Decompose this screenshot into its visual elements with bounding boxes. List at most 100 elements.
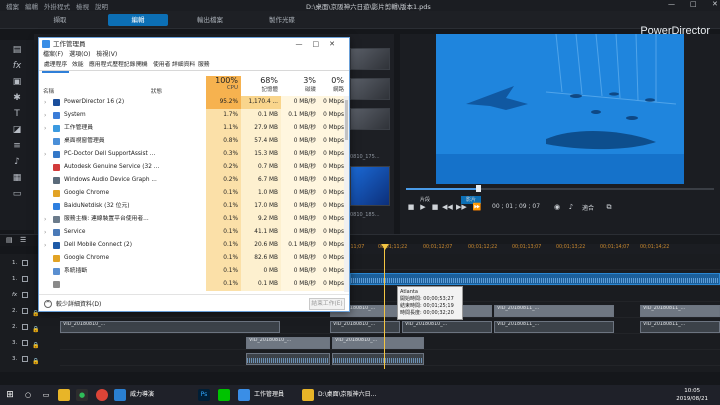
spotify-icon[interactable]: ●: [76, 389, 88, 401]
undock-icon[interactable]: ⧉: [604, 202, 614, 212]
playhead-handle[interactable]: [381, 244, 389, 250]
tab-produce[interactable]: 輸出檔案: [180, 14, 240, 26]
fewer-details-link[interactable]: 較少詳細資料(D): [56, 295, 101, 311]
expand-icon[interactable]: ›: [44, 239, 46, 252]
table-row[interactable]: Autodesk Genuine Service (32 ... 0.2% 0.7 …: [39, 161, 349, 174]
track-audio-3[interactable]: [60, 352, 720, 366]
lock-icon[interactable]: 🔒: [32, 339, 39, 353]
menu-view[interactable]: 檢視(V): [96, 51, 117, 58]
track-manager-icon[interactable]: ☰: [20, 236, 26, 244]
menu-view[interactable]: 檢視: [76, 1, 89, 11]
end-task-button[interactable]: 結束工作(E): [309, 298, 345, 310]
search-icon[interactable]: ○: [22, 389, 34, 401]
track-enable-checkbox[interactable]: [22, 356, 28, 362]
snapshot-icon[interactable]: ◉: [552, 202, 562, 212]
close-icon[interactable]: ✕: [712, 0, 718, 8]
chrome-icon[interactable]: [96, 389, 108, 401]
audio-clip[interactable]: VID_20180810_...: [60, 321, 280, 333]
table-row[interactable]: › System 1.7% 0.1 MB 0.1 MB/秒 0 Mbps: [39, 109, 349, 122]
tab-startup[interactable]: 開機: [134, 60, 150, 71]
table-row[interactable]: BaiduNetdisk (32 位元) 0.1% 17.0 MB 0 MB/秒 0 M…: [39, 200, 349, 213]
expand-icon[interactable]: ›: [44, 96, 46, 109]
preview-video[interactable]: [436, 34, 684, 184]
taskbar-app-task-manager[interactable]: 工作管理員: [254, 388, 284, 402]
subtitle-icon[interactable]: ▭: [11, 188, 23, 200]
media-thumb[interactable]: [350, 48, 390, 70]
next-frame-icon[interactable]: ▶▶: [456, 202, 467, 212]
table-row[interactable]: Google Chrome 0.1% 82.6 MB 0 MB/秒 0 Mbps: [39, 252, 349, 265]
video-clip[interactable]: VID_20180811_...: [494, 305, 614, 317]
timeline-playhead[interactable]: [384, 244, 385, 369]
table-row[interactable]: › 工作管理員 1.1% 27.9 MB 0 MB/秒 0 Mbps: [39, 122, 349, 135]
media-thumb[interactable]: [350, 166, 390, 206]
collapse-icon[interactable]: ^: [44, 300, 52, 308]
taskbar-app-explorer[interactable]: D:\桌面\京阪神六日...: [318, 388, 376, 402]
expand-icon[interactable]: ›: [44, 213, 46, 226]
audio-clip[interactable]: VID_20180810_...: [402, 321, 492, 333]
expand-icon[interactable]: ›: [44, 109, 46, 122]
menu-file[interactable]: 檔案: [6, 1, 19, 11]
table-row[interactable]: › 服務主機: 連線裝置平台使用者... 0.1% 9.2 MB 0 MB/秒 0 Mbp…: [39, 213, 349, 226]
media-thumb[interactable]: [350, 78, 390, 100]
table-row[interactable]: › Dell Mobile Connect (2) 0.1% 20.6 MB 0.1 M…: [39, 239, 349, 252]
track-video-3[interactable]: VID_20180810_... VID_20180810_...: [60, 336, 720, 350]
taskbar-clock[interactable]: 10:05 2019/08/21: [676, 387, 708, 403]
play-icon[interactable]: ▶: [418, 202, 428, 212]
task-manager-titlebar[interactable]: 工作管理員 —□✕: [39, 38, 349, 50]
tab-performance[interactable]: 效能: [70, 60, 86, 71]
video-clip[interactable]: VID_20180810_...: [246, 337, 330, 349]
photoshop-icon[interactable]: Ps: [198, 389, 210, 401]
lock-icon[interactable]: 🔒: [32, 355, 39, 369]
task-manager-window[interactable]: 工作管理員 —□✕ 檔案(F) 選項(O) 檢視(V) 處理程序 效能 應用程式…: [38, 37, 350, 312]
col-cpu[interactable]: 100% CPU: [206, 76, 241, 96]
timeline-view-icon[interactable]: ▤: [6, 236, 13, 244]
folder-icon[interactable]: [302, 389, 314, 401]
audio-mix-icon[interactable]: ≡: [11, 140, 23, 152]
tab-processes[interactable]: 處理程序: [42, 60, 70, 73]
track-enable-checkbox[interactable]: [22, 292, 28, 298]
prev-frame-icon[interactable]: ◀◀: [442, 202, 453, 212]
preview-scrubber[interactable]: [406, 184, 714, 194]
track-enable-checkbox[interactable]: [22, 308, 28, 314]
media-room-icon[interactable]: ▤: [11, 44, 23, 56]
expand-icon[interactable]: ›: [44, 122, 46, 135]
table-row[interactable]: 系統插斷 0.1% 0 MB 0 MB/秒 0 Mbps: [39, 265, 349, 278]
window-buttons[interactable]: —□✕: [296, 38, 345, 50]
zoom-select[interactable]: 適合: [582, 203, 594, 212]
particle-icon[interactable]: ✱: [11, 92, 23, 104]
pd-taskbar-icon[interactable]: [114, 389, 126, 401]
tab-services[interactable]: 服務: [196, 60, 212, 71]
track-enable-checkbox[interactable]: [22, 340, 28, 346]
video-clip[interactable]: VID_20180811_...: [640, 305, 720, 317]
stop-icon[interactable]: ■: [406, 202, 416, 212]
tab-details[interactable]: 詳細資料: [170, 60, 197, 71]
task-view-icon[interactable]: ▭: [40, 389, 52, 401]
volume-icon[interactable]: ♪: [566, 202, 576, 212]
menu-options[interactable]: 選項(O): [69, 51, 90, 58]
menu-plugins[interactable]: 外掛程式: [44, 1, 70, 11]
audio-clip[interactable]: [350, 273, 720, 285]
tab-app-history[interactable]: 應用程式歷程記錄: [87, 60, 137, 71]
menu-edit[interactable]: 編輯: [25, 1, 38, 11]
taskbar-app-powerdirector[interactable]: 威力導演: [130, 388, 154, 402]
track-audio-2[interactable]: VID_20180810_... VID_20180810_... VID_20…: [60, 320, 720, 334]
menu-file[interactable]: 檔案(F): [43, 51, 63, 58]
title-icon[interactable]: T: [11, 108, 23, 120]
video-clip[interactable]: VID_20180810_...: [332, 337, 424, 349]
line-icon[interactable]: [218, 389, 230, 401]
table-row[interactable]: 桌面視窗管理員 0.8% 57.4 MB 0 MB/秒 0 Mbps: [39, 135, 349, 148]
col-disk[interactable]: 3% 磁碟: [281, 76, 319, 96]
table-row[interactable]: › PowerDirector 16 (2) 95.2% 1,170.4 ... 0 M…: [39, 96, 349, 109]
pip-icon[interactable]: ▣: [11, 76, 23, 88]
table-row[interactable]: 0.1% 0.1 MB 0 MB/秒 0 Mbps: [39, 278, 349, 291]
minimize-icon[interactable]: —: [668, 0, 675, 8]
stop2-icon[interactable]: ■: [430, 202, 440, 212]
process-list-scrollbar[interactable]: [344, 96, 349, 292]
col-status[interactable]: 狀態: [151, 87, 162, 95]
col-name[interactable]: 名稱: [43, 87, 54, 95]
expand-icon[interactable]: ›: [44, 148, 46, 161]
track-enable-checkbox[interactable]: [22, 276, 28, 282]
file-explorer-icon[interactable]: [58, 389, 70, 401]
audio-clip[interactable]: [332, 353, 424, 365]
maximize-icon[interactable]: □: [690, 0, 697, 8]
